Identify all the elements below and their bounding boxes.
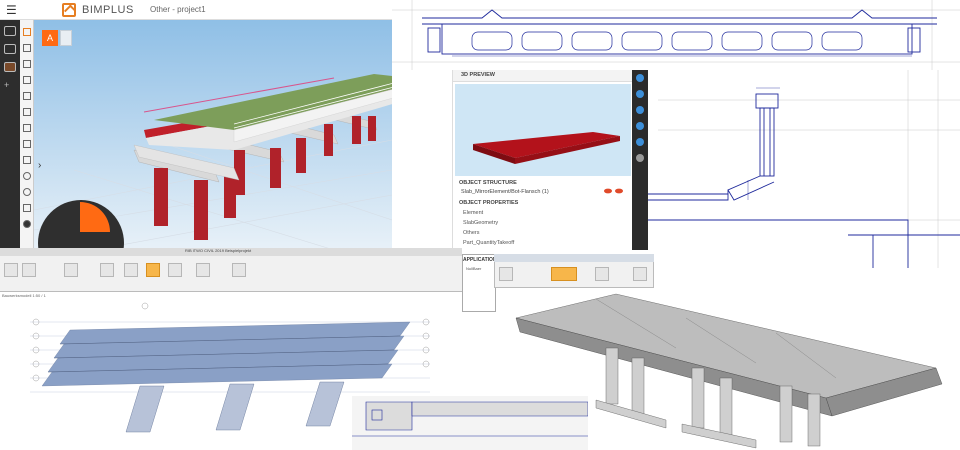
visibility-icon[interactable]	[603, 188, 625, 194]
tool-strip	[20, 20, 34, 250]
hamburger-icon[interactable]: ☰	[6, 3, 20, 17]
properties-icon[interactable]	[636, 122, 644, 130]
ribbon-button[interactable]	[595, 267, 609, 281]
ribbon-button[interactable]	[4, 263, 18, 277]
ribbon-button[interactable]	[64, 263, 78, 277]
cad-detail-drawing	[648, 70, 960, 268]
contrast-icon[interactable]	[23, 188, 31, 196]
ribbon-button-active[interactable]	[551, 267, 577, 281]
drawing-caption: Bauwerksmodell 1:50 / 1	[2, 293, 46, 298]
right-icon-bar	[632, 70, 648, 250]
preview-viewport[interactable]	[455, 84, 631, 176]
ribbon-tabs[interactable]	[494, 254, 654, 262]
project-breadcrumb[interactable]: Other - project1	[150, 5, 206, 14]
object-structure-label: OBJECT STRUCTURE	[459, 180, 517, 186]
property-item[interactable]: SlabGeometry	[463, 220, 498, 226]
record-icon[interactable]	[23, 220, 31, 228]
project-icon[interactable]	[4, 62, 16, 72]
ribbon-button[interactable]	[168, 263, 182, 277]
info-icon[interactable]	[636, 74, 644, 82]
ribbon-button[interactable]	[196, 263, 210, 277]
bimplus-logo-icon	[62, 3, 76, 17]
ribbon-title: RIB iTWO CIVIL 2019 Beispielprojekt	[185, 248, 252, 253]
add-icon[interactable]: +	[4, 80, 16, 90]
ribbon-button[interactable]	[232, 263, 246, 277]
settings-icon[interactable]	[23, 28, 31, 36]
ribbon-button-active[interactable]	[146, 263, 160, 277]
application-label: APPLICATION	[463, 257, 497, 263]
object-structure-value[interactable]: Slab_MirrorElement/Bot-Flansch (1)	[461, 189, 549, 195]
lock-icon[interactable]	[636, 154, 644, 162]
left-sidebar: +	[0, 20, 20, 250]
ribbon-button[interactable]	[499, 267, 513, 281]
document-icon[interactable]	[23, 204, 31, 212]
ribbon-button[interactable]	[22, 263, 36, 277]
copy-icon[interactable]	[23, 108, 31, 116]
bimplus-window: ☰ BIMPLUS Other - project1 + A ›	[0, 0, 392, 250]
stack-icon[interactable]	[23, 124, 31, 132]
property-item[interactable]: Part_QuantityTakeoff	[463, 240, 514, 246]
connect-icon[interactable]	[23, 140, 31, 148]
model-icon[interactable]	[23, 76, 31, 84]
filter-icon[interactable]	[23, 60, 31, 68]
history-icon[interactable]	[23, 172, 31, 180]
chevron-right-icon[interactable]: ›	[38, 160, 46, 171]
cloud-icon[interactable]	[4, 44, 16, 54]
section-detail-drawing	[352, 396, 588, 450]
application-item[interactable]: NullBaer	[466, 266, 481, 271]
object-properties-label: OBJECT PROPERTIES	[459, 200, 519, 206]
layers-icon[interactable]	[23, 44, 31, 52]
view-mode-button[interactable]: A	[42, 30, 58, 46]
share-icon[interactable]	[636, 106, 644, 114]
ribbon-button[interactable]	[100, 263, 114, 277]
attachment-icon[interactable]	[636, 138, 644, 146]
cad-cross-section	[392, 0, 960, 70]
property-item[interactable]: Others	[463, 230, 480, 236]
tree-icon[interactable]	[636, 90, 644, 98]
preview-panel: 3D PREVIEW OBJECT STRUCTURE Slab_MirrorE…	[452, 70, 633, 250]
home-icon[interactable]	[4, 26, 16, 36]
export-icon[interactable]	[23, 156, 31, 164]
view-toggle-button[interactable]	[60, 30, 72, 46]
property-item[interactable]: Element	[463, 210, 483, 216]
brand-name: BIMPLUS	[82, 4, 134, 16]
ribbon-button[interactable]	[633, 267, 647, 281]
clipboard-icon[interactable]	[23, 92, 31, 100]
ribbon-button[interactable]	[124, 263, 138, 277]
preview-title: 3D PREVIEW	[461, 72, 495, 78]
